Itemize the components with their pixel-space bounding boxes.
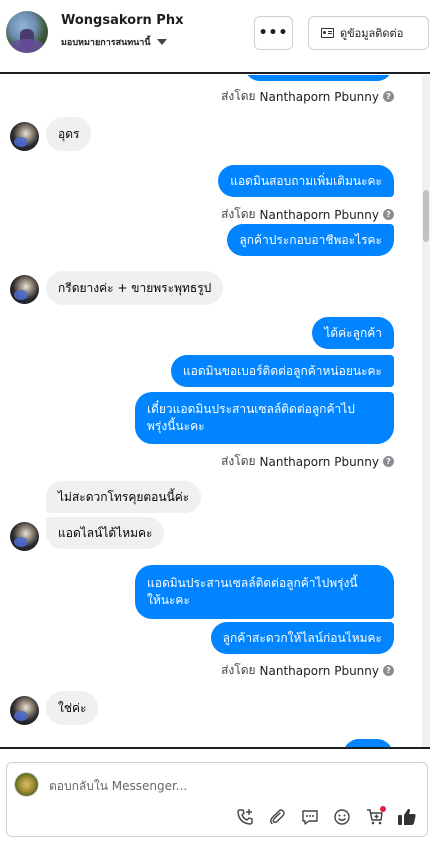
emoji-icon[interactable] xyxy=(331,806,353,828)
outgoing-message[interactable]: แอดมินประสานเซลล์ติดต่อลูกค้าไปพรุ่งนี้ … xyxy=(135,565,394,619)
scrollbar[interactable] xyxy=(422,75,430,747)
incoming-message[interactable]: ไม่สะดวกโทรคุยตอนนี้ค่ะ xyxy=(46,481,202,513)
sender-name: Nanthaporn Pbunny xyxy=(259,663,379,678)
cart-icon[interactable] xyxy=(364,806,386,828)
incoming-message[interactable]: กรีดยางค่ะ + ขายพระพุทธรูป xyxy=(46,271,224,305)
outgoing-message[interactable]: ได้ค่ะลูกค้า xyxy=(312,317,394,349)
customer-name[interactable]: Wongsakorn Phx xyxy=(61,13,183,28)
sent-by-label: ส่งโดย Nanthaporn Pbunny ? xyxy=(221,661,394,680)
customer-avatar[interactable] xyxy=(6,11,48,53)
help-icon[interactable]: ? xyxy=(383,91,394,102)
outgoing-message[interactable]: ลูกค้าประกอบอาชีพอะไรคะ xyxy=(227,224,394,256)
sent-by-label: ส่งโดย Nanthaporn Pbunny ? xyxy=(221,205,394,224)
sent-by-label: ส่งโดย Nanthaporn Pbunny ? xyxy=(221,87,394,106)
sender-name: Nanthaporn Pbunny xyxy=(259,89,379,104)
reply-input[interactable]: ตอบกลับใน Messenger... xyxy=(49,777,187,796)
sender-name: Nanthaporn Pbunny xyxy=(259,454,379,469)
outgoing-message[interactable]: แอดมินขอเบอร์ติดต่อลูกค้าหน่อยนะคะ xyxy=(170,355,394,387)
page-avatar-icon xyxy=(14,772,39,797)
outgoing-message[interactable] xyxy=(244,75,393,81)
paperclip-icon[interactable] xyxy=(266,806,288,828)
conversation-header: Wongsakorn Phx มอบหมายการสนทนานี้ ••• ดู… xyxy=(0,0,430,74)
id-card-icon xyxy=(321,28,334,38)
scrollbar-thumb[interactable] xyxy=(423,190,429,242)
view-contact-info-button[interactable]: ดูข้อมูลติดต่อ xyxy=(308,16,429,50)
help-icon[interactable]: ? xyxy=(383,209,394,220)
assign-conversation-dropdown[interactable]: มอบหมายการสนทนานี้ xyxy=(61,35,167,49)
assign-label: มอบหมายการสนทนานี้ xyxy=(61,38,151,48)
incoming-message[interactable]: แอดไลน์ได้ไหมคะ xyxy=(46,517,165,549)
view-contact-info-label: ดูข้อมูลติดต่อ xyxy=(340,27,404,40)
saved-reply-icon[interactable] xyxy=(299,806,321,828)
customer-avatar-small xyxy=(10,696,39,725)
outgoing-message[interactable]: แอดมินสอบถามเพิ่มเติมนะคะ xyxy=(218,165,394,197)
customer-avatar-small xyxy=(10,275,39,304)
help-icon[interactable]: ? xyxy=(383,665,394,676)
customer-avatar-small xyxy=(10,122,39,151)
call-add-icon[interactable] xyxy=(234,806,256,828)
outgoing-message[interactable]: เดี๋ยวแอดมินประสานเซลล์ติดต่อลูกค้าไป พร… xyxy=(135,392,394,444)
caret-down-icon xyxy=(156,39,167,45)
incoming-message[interactable]: ใช่ค่ะ xyxy=(46,691,99,725)
sender-name: Nanthaporn Pbunny xyxy=(259,207,379,222)
incoming-message[interactable]: อุดร xyxy=(46,117,92,151)
sent-by-label: ส่งโดย Nanthaporn Pbunny ? xyxy=(221,452,394,471)
outgoing-message[interactable] xyxy=(343,739,393,747)
customer-avatar-small xyxy=(10,522,39,551)
notification-dot xyxy=(380,806,386,812)
outgoing-message[interactable]: ลูกค้าสะดวกให้ไลน์ก่อนไหมคะ xyxy=(210,622,394,654)
reply-composer[interactable]: ตอบกลับใน Messenger... xyxy=(6,762,428,837)
more-options-button[interactable]: ••• xyxy=(254,16,293,50)
help-icon[interactable]: ? xyxy=(383,456,394,467)
thumbs-up-icon[interactable] xyxy=(396,806,418,828)
message-thread[interactable]: ส่งโดย Nanthaporn Pbunny ? อุดร แอดมินสอ… xyxy=(0,75,430,747)
